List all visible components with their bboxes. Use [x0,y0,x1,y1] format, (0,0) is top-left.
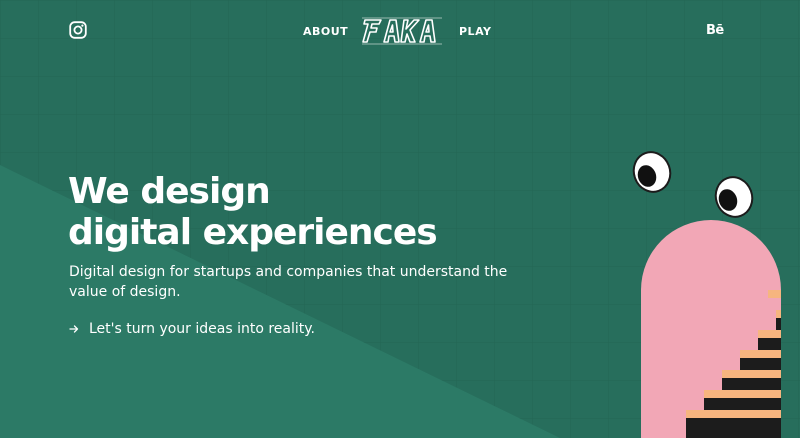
hero-title: We design digital experiences [68,171,438,253]
cta-label: Let's turn your ideas into reality. [89,321,316,337]
left-eye [632,151,672,193]
right-eye [714,176,754,218]
nav-about-link[interactable]: ABOUT [303,25,348,38]
hero-illustration [632,151,781,438]
hero-title-line-1: We design [68,171,271,212]
nav-play-link[interactable]: PLAY [459,25,492,38]
instagram-icon [69,21,87,39]
behance-link[interactable]: Bē [706,23,724,38]
hero-title-line-2: digital experiences [68,212,438,253]
instagram-link[interactable] [69,21,87,39]
cta-link[interactable]: Let's turn your ideas into reality. [69,321,315,337]
hero-subtitle: Digital design for startups and companie… [69,264,508,300]
site-header: ABOUT PLAY Bē [0,0,800,64]
arrow-right-icon [69,325,79,333]
faka-logo[interactable] [362,16,442,46]
